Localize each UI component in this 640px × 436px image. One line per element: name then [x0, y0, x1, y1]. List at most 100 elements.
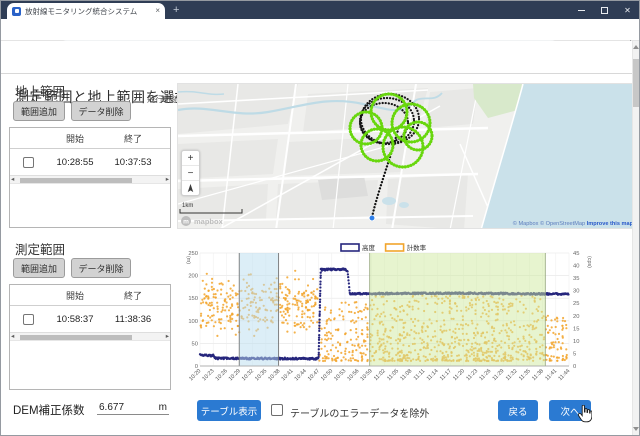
svg-text:10:32: 10:32 — [241, 368, 255, 382]
mapbox-logo[interactable]: m mapbox — [181, 216, 224, 226]
browser-tab[interactable]: 放射線モニタリング統合システム × — [7, 3, 165, 19]
svg-text:30: 30 — [573, 289, 579, 295]
svg-text:11:08: 11:08 — [399, 368, 413, 382]
svg-text:10:53: 10:53 — [333, 368, 347, 382]
end-time[interactable]: 11:38:36 — [104, 314, 162, 325]
chart-canvas[interactable]: 05010015020025010:2010:2310:2610:2910:32… — [183, 241, 611, 393]
window-close-button[interactable]: ✕ — [616, 1, 639, 19]
svg-text:200: 200 — [188, 274, 198, 280]
svg-text:35: 35 — [573, 276, 579, 282]
measure-range-title: 測定範囲 — [15, 239, 65, 258]
svg-text:11:38: 11:38 — [531, 368, 545, 382]
svg-text:150: 150 — [188, 296, 198, 302]
svg-text:10: 10 — [573, 339, 579, 345]
start-time[interactable]: 10:28:55 — [46, 157, 104, 168]
svg-text:10:29: 10:29 — [228, 368, 242, 382]
table-header: 開始 終了 — [10, 128, 170, 149]
svg-text:11:20: 11:20 — [452, 368, 466, 382]
svg-text:(cps): (cps) — [586, 256, 592, 268]
svg-text:10:47: 10:47 — [307, 368, 321, 382]
svg-text:11:41: 11:41 — [544, 368, 558, 382]
end-time[interactable]: 10:37:53 — [104, 157, 162, 168]
svg-text:11:02: 11:02 — [373, 368, 387, 382]
svg-text:10:35: 10:35 — [254, 368, 268, 382]
svg-text:10:59: 10:59 — [360, 368, 374, 382]
map-attribution[interactable]: © Mapbox © OpenStreetMap Improve this ma… — [513, 220, 634, 227]
table-header: 開始 終了 — [10, 285, 170, 306]
svg-text:100: 100 — [188, 319, 198, 325]
svg-text:高度: 高度 — [362, 243, 376, 252]
measure-range-add-button[interactable]: 範囲追加 — [13, 258, 65, 278]
svg-text:11:29: 11:29 — [492, 368, 506, 382]
svg-text:m: m — [183, 219, 189, 226]
svg-text:10:23: 10:23 — [201, 368, 215, 382]
column-start: 開始 — [46, 289, 104, 302]
tab-title: 放射線モニタリング統合システム — [25, 6, 151, 17]
ground-range-title: 地上範囲 — [15, 81, 65, 100]
dem-value[interactable]: 6.677 — [99, 402, 124, 413]
svg-text:11:26: 11:26 — [478, 368, 492, 382]
compass-button[interactable] — [182, 181, 199, 196]
flight-start-marker — [369, 215, 375, 221]
scroll-left-icon[interactable]: ◂ — [11, 333, 14, 341]
ground-range-delete-button[interactable]: データ削除 — [71, 101, 131, 121]
scroll-right-icon[interactable]: ▸ — [166, 176, 169, 184]
horizontal-scrollbar[interactable]: ◂ ▸ — [10, 175, 170, 184]
svg-text:15: 15 — [573, 326, 579, 332]
altitude-countrate-chart[interactable]: 05010015020025010:2010:2310:2610:2910:32… — [183, 241, 611, 393]
exclude-error-label: テーブルのエラーデータを除外 — [290, 405, 429, 420]
table-row[interactable]: 10:28:55 10:37:53 — [10, 149, 170, 175]
horizontal-scrollbar[interactable]: ◂ ▸ — [10, 332, 170, 341]
dem-unit: m — [159, 402, 167, 413]
page-scrollbar-thumb[interactable] — [633, 59, 639, 107]
svg-text:mapbox: mapbox — [194, 217, 224, 226]
browser-tab-bar: 放射線モニタリング統合システム × + ✕ — [1, 1, 639, 19]
measure-range-delete-button[interactable]: データ削除 — [71, 258, 131, 278]
row-checkbox[interactable] — [23, 157, 34, 168]
exclude-error-checkbox[interactable] — [271, 404, 283, 416]
show-table-button[interactable]: テーブル表示 — [197, 400, 261, 421]
svg-text:11:14: 11:14 — [426, 368, 440, 382]
start-time[interactable]: 10:58:37 — [46, 314, 104, 325]
scroll-right-icon[interactable]: ▸ — [166, 333, 169, 341]
ground-range-add-button[interactable]: 範囲追加 — [13, 101, 65, 121]
scrollbar-thumb[interactable] — [20, 335, 132, 341]
svg-text:11:23: 11:23 — [465, 368, 479, 382]
window-maximize-button[interactable] — [593, 1, 616, 19]
app-header: 測定範囲と地上範囲を選択 飛行軌跡の高度グラフやテーブルの時刻入力欄から測定範囲… — [1, 41, 639, 74]
zoom-in-button[interactable]: + — [182, 151, 199, 166]
scrollbar-thumb[interactable] — [20, 178, 132, 184]
scroll-left-icon[interactable]: ◂ — [11, 176, 14, 184]
browser-toolbar: ← → ⟳ i localhost:1338/airplane ☆ ⋮ — [1, 19, 639, 41]
svg-text:0: 0 — [573, 364, 576, 370]
new-tab-button[interactable]: + — [173, 4, 179, 16]
mouse-cursor — [577, 405, 592, 428]
table-row[interactable]: 10:58:37 11:38:36 — [10, 306, 170, 332]
svg-text:11:11: 11:11 — [413, 368, 427, 382]
back-button[interactable]: 戻る — [498, 400, 538, 421]
ground-range-table: 開始 終了 10:28:55 10:37:53 ◂ ▸ — [9, 127, 171, 228]
svg-text:10:56: 10:56 — [346, 368, 360, 382]
svg-text:10:26: 10:26 — [215, 368, 229, 382]
scroll-up-icon[interactable] — [633, 45, 639, 49]
svg-text:11:35: 11:35 — [518, 368, 532, 382]
svg-text:40: 40 — [573, 264, 579, 270]
svg-text:5: 5 — [573, 351, 576, 357]
dem-coefficient-label: DEM補正係数 — [13, 402, 85, 418]
svg-text:50: 50 — [192, 341, 198, 347]
zoom-out-button[interactable]: − — [182, 166, 199, 181]
svg-text:10:41: 10:41 — [281, 368, 295, 382]
svg-text:25: 25 — [573, 301, 579, 307]
row-checkbox[interactable] — [23, 314, 34, 325]
map-scale-label: 1km — [182, 203, 193, 209]
window-minimize-button[interactable] — [570, 1, 593, 19]
svg-text:10:50: 10:50 — [320, 368, 334, 382]
dem-coefficient-input[interactable]: 6.677 m — [97, 399, 169, 415]
column-end: 終了 — [104, 132, 162, 145]
svg-text:11:32: 11:32 — [505, 368, 519, 382]
map[interactable]: 1km m mapbox © Mapbox © OpenStreetMap Im… — [177, 83, 636, 229]
pond — [382, 197, 396, 205]
scroll-down-icon[interactable] — [633, 427, 639, 431]
map-canvas[interactable]: 1km m mapbox © Mapbox © OpenStreetMap Im… — [178, 84, 636, 229]
tab-close-icon[interactable]: × — [155, 7, 160, 15]
